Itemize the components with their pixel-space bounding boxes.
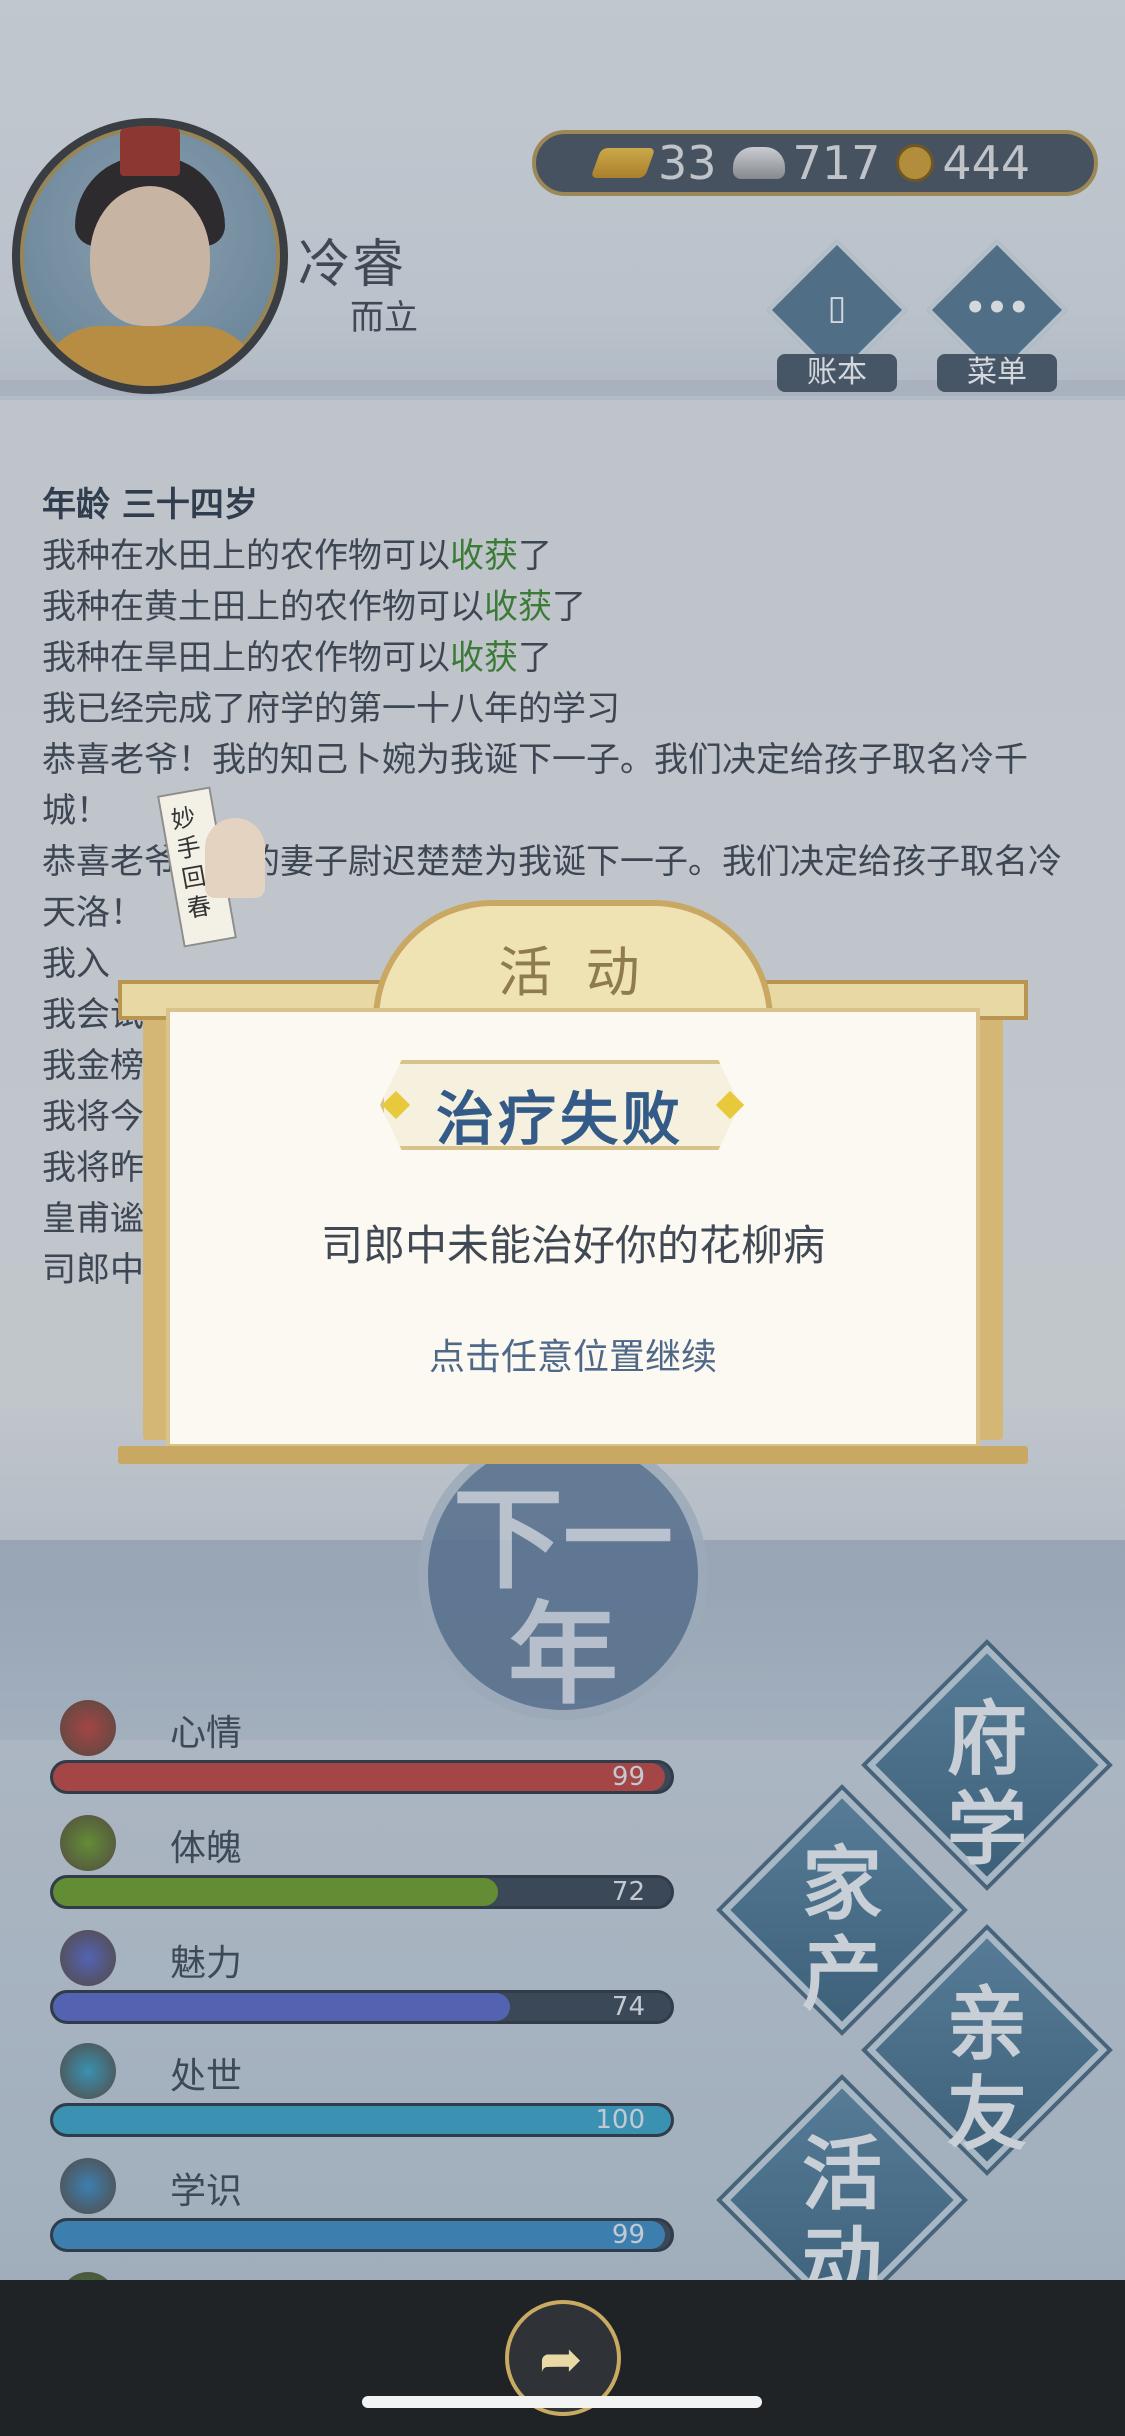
game-screen: 冷睿 而立 33 717 444 ▯ 账本 ••• 菜单 年龄 三十四岁 我种在… <box>0 0 1125 2436</box>
dialog-header: 活 动 <box>498 941 648 1004</box>
dialog-title: 治疗失败 <box>435 1085 684 1153</box>
dialog-base <box>118 1446 1028 1464</box>
activity-dialog[interactable]: 活 动 治疗失败 司郎中未能治好你的花柳病 点击任意位置继续 <box>118 900 1028 1464</box>
continue-hint[interactable]: 点击任意位置继续 <box>166 1328 980 1380</box>
share-arrow-icon: ➦ <box>539 2330 583 2390</box>
dialog-message: 司郎中未能治好你的花柳病 <box>320 1221 825 1270</box>
home-indicator[interactable] <box>362 2396 762 2408</box>
doctor-figure <box>205 818 265 898</box>
